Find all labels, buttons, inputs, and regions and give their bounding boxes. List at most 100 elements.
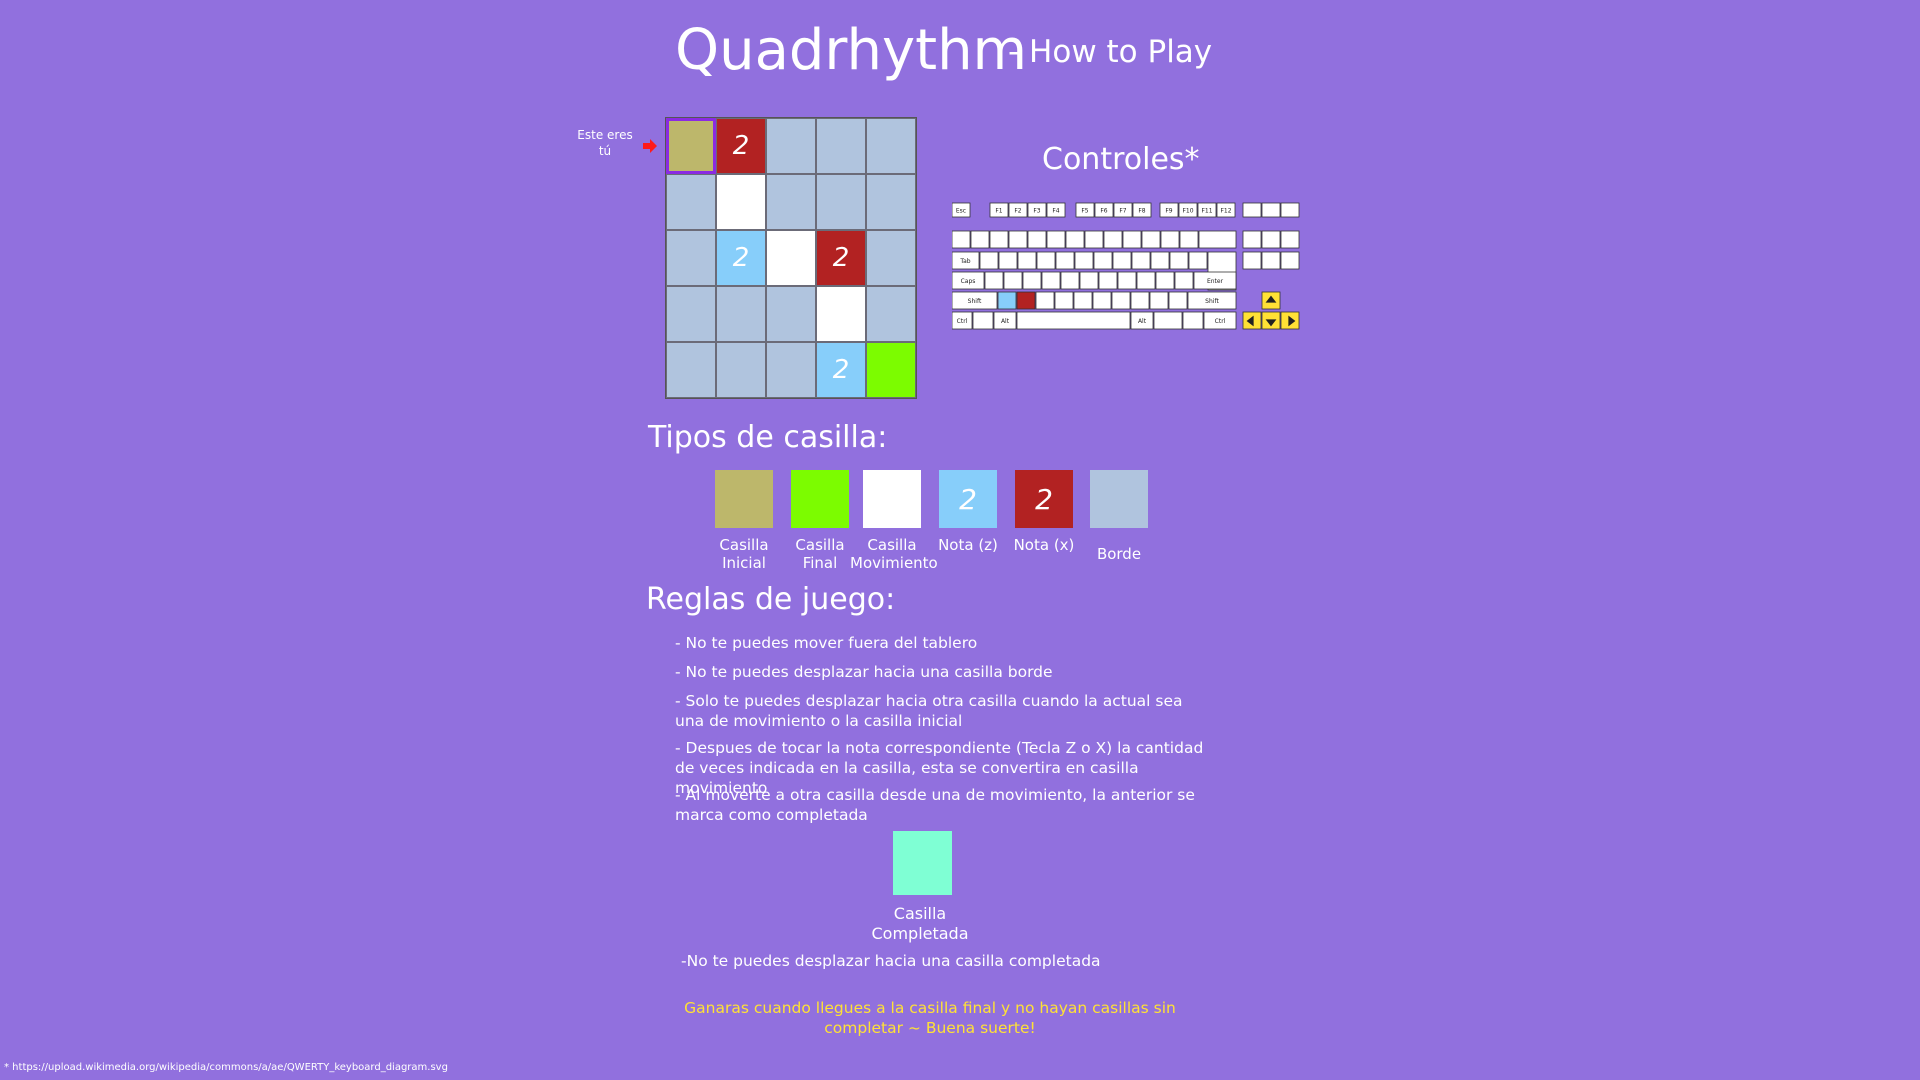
keyboard-key — [1079, 271, 1099, 290]
board-cell-move — [816, 286, 866, 342]
keyboard-key — [1188, 251, 1208, 270]
keyboard-key-label: Enter — [1207, 278, 1224, 285]
keyboard-key — [1149, 291, 1169, 310]
tile-type-label: Nota (z) — [938, 536, 998, 554]
keyboard-key — [1261, 251, 1281, 270]
keyboard-key — [1179, 230, 1199, 249]
keyboard-key — [1074, 251, 1094, 270]
keyboard-key — [1169, 251, 1189, 270]
keyboard-key — [1065, 230, 1085, 249]
board-cell-border — [766, 174, 816, 230]
tile-type-label: Casilla Movimiento — [850, 536, 938, 572]
keyboard-key — [1182, 311, 1204, 330]
tile-type-swatch: 2 — [939, 470, 997, 528]
tile-type-item: Casilla Movimiento — [850, 470, 938, 572]
board-cell-start — [666, 118, 716, 174]
keyboard-key — [1261, 202, 1281, 218]
rule-item: - No te puedes mover fuera del tablero — [675, 634, 978, 652]
keyboard-key-label: Shift — [1205, 298, 1219, 305]
board-cell-border — [866, 286, 916, 342]
board-cell-final — [866, 342, 916, 398]
keyboard-key — [1122, 230, 1142, 249]
keyboard-key — [970, 230, 990, 249]
keyboard-key — [1093, 251, 1113, 270]
board-cell-border — [866, 174, 916, 230]
keyboard-key-label: F8 — [1138, 208, 1145, 215]
tile-type-swatch — [715, 470, 773, 528]
rule-item: - No te puedes desplazar hacia una casil… — [675, 663, 1053, 681]
keyboard-key — [1242, 230, 1262, 249]
tile-type-item: Borde — [1077, 470, 1161, 563]
board-cell-border — [716, 286, 766, 342]
keyboard-key — [1035, 291, 1055, 310]
you-are-here-label: Este eres tú — [577, 128, 633, 158]
rule-item: - Solo te puedes desplazar hacia otra ca… — [675, 692, 1183, 730]
keyboard-key — [1174, 271, 1194, 290]
tile-type-item: Casilla Inicial — [702, 470, 786, 572]
keyboard-key-label: Tab — [959, 258, 970, 265]
board-cell-move — [716, 174, 766, 230]
keyboard-key — [1098, 271, 1118, 290]
board-cell-nz: 2 — [716, 230, 766, 286]
keyboard-key — [1036, 251, 1056, 270]
tile-type-label: Casilla Inicial — [719, 536, 769, 572]
keyboard-key — [1117, 271, 1137, 290]
board-cell-border — [766, 286, 816, 342]
board-cell-border — [766, 342, 816, 398]
board-cell-border — [666, 174, 716, 230]
keyboard-key-label: Ctrl — [1215, 318, 1226, 325]
keyboard-key — [1092, 291, 1112, 310]
controls-title: Controles* — [1042, 142, 1200, 177]
keyboard-key — [1073, 291, 1093, 310]
keyboard-key-label: F7 — [1119, 208, 1126, 215]
board-cell-border — [866, 118, 916, 174]
board-cell-border — [866, 230, 916, 286]
keyboard-key-label: F2 — [1014, 208, 1021, 215]
z-key — [997, 291, 1017, 310]
board-cell-border — [666, 230, 716, 286]
board-cell-border — [816, 118, 866, 174]
tile-type-item: 2 Nota (z) — [926, 470, 1010, 554]
keyboard-key — [1111, 291, 1131, 310]
keyboard-key — [1130, 291, 1150, 310]
rule-item: - Al moverte a otra casilla desde una de… — [675, 786, 1195, 824]
tile-type-swatch — [863, 470, 921, 528]
keyboard-key — [1242, 202, 1262, 218]
board-cell-move — [766, 230, 816, 286]
keyboard-key — [1055, 251, 1075, 270]
game-board: 2222 — [665, 117, 917, 399]
keyboard-key — [952, 230, 971, 249]
page-subtitle: - How to Play — [1008, 34, 1213, 70]
keyboard-key — [1280, 251, 1300, 270]
keyboard-diagram: Esc F1 F2 F3 F4 F5 F6 F7 F8 F9 F10 F11 F12 Tab Caps Ent… — [952, 202, 1300, 330]
keyboard-key — [1168, 291, 1188, 310]
rules-title: Reglas de juego: — [646, 582, 896, 617]
keyboard-key — [984, 271, 1004, 290]
board-cell-nx: 2 — [716, 118, 766, 174]
win-condition-text: Ganaras cuando llegues a la casilla fina… — [684, 999, 1176, 1037]
keyboard-key — [1103, 230, 1123, 249]
tile-type-swatch — [791, 470, 849, 528]
keyboard-key — [1131, 251, 1151, 270]
tile-type-swatch: 2 — [1015, 470, 1073, 528]
keyboard-key-label: F4 — [1052, 208, 1059, 215]
completed-tile-label: Casilla Completada — [871, 904, 969, 943]
keyboard-key — [1242, 251, 1262, 270]
keyboard-key — [1054, 291, 1074, 310]
keyboard-key — [1027, 230, 1047, 249]
x-key — [1016, 291, 1036, 310]
tile-type-swatch — [1090, 470, 1148, 528]
keyboard-key-label: F9 — [1165, 208, 1172, 215]
board-cell-border — [716, 342, 766, 398]
keyboard-key — [1261, 230, 1281, 249]
keyboard-key — [1017, 251, 1037, 270]
keyboard-key — [1003, 271, 1023, 290]
completed-tile-swatch — [893, 831, 952, 895]
tile-types-title: Tipos de casilla: — [648, 420, 888, 455]
keyboard-key-label: F10 — [1182, 208, 1193, 215]
source-footnote: * https://upload.wikimedia.org/wikipedia… — [4, 1062, 448, 1073]
keyboard-key — [1198, 230, 1237, 249]
keyboard-key — [1046, 230, 1066, 249]
board-cell-border — [666, 342, 716, 398]
arrow-right-icon — [643, 139, 657, 153]
